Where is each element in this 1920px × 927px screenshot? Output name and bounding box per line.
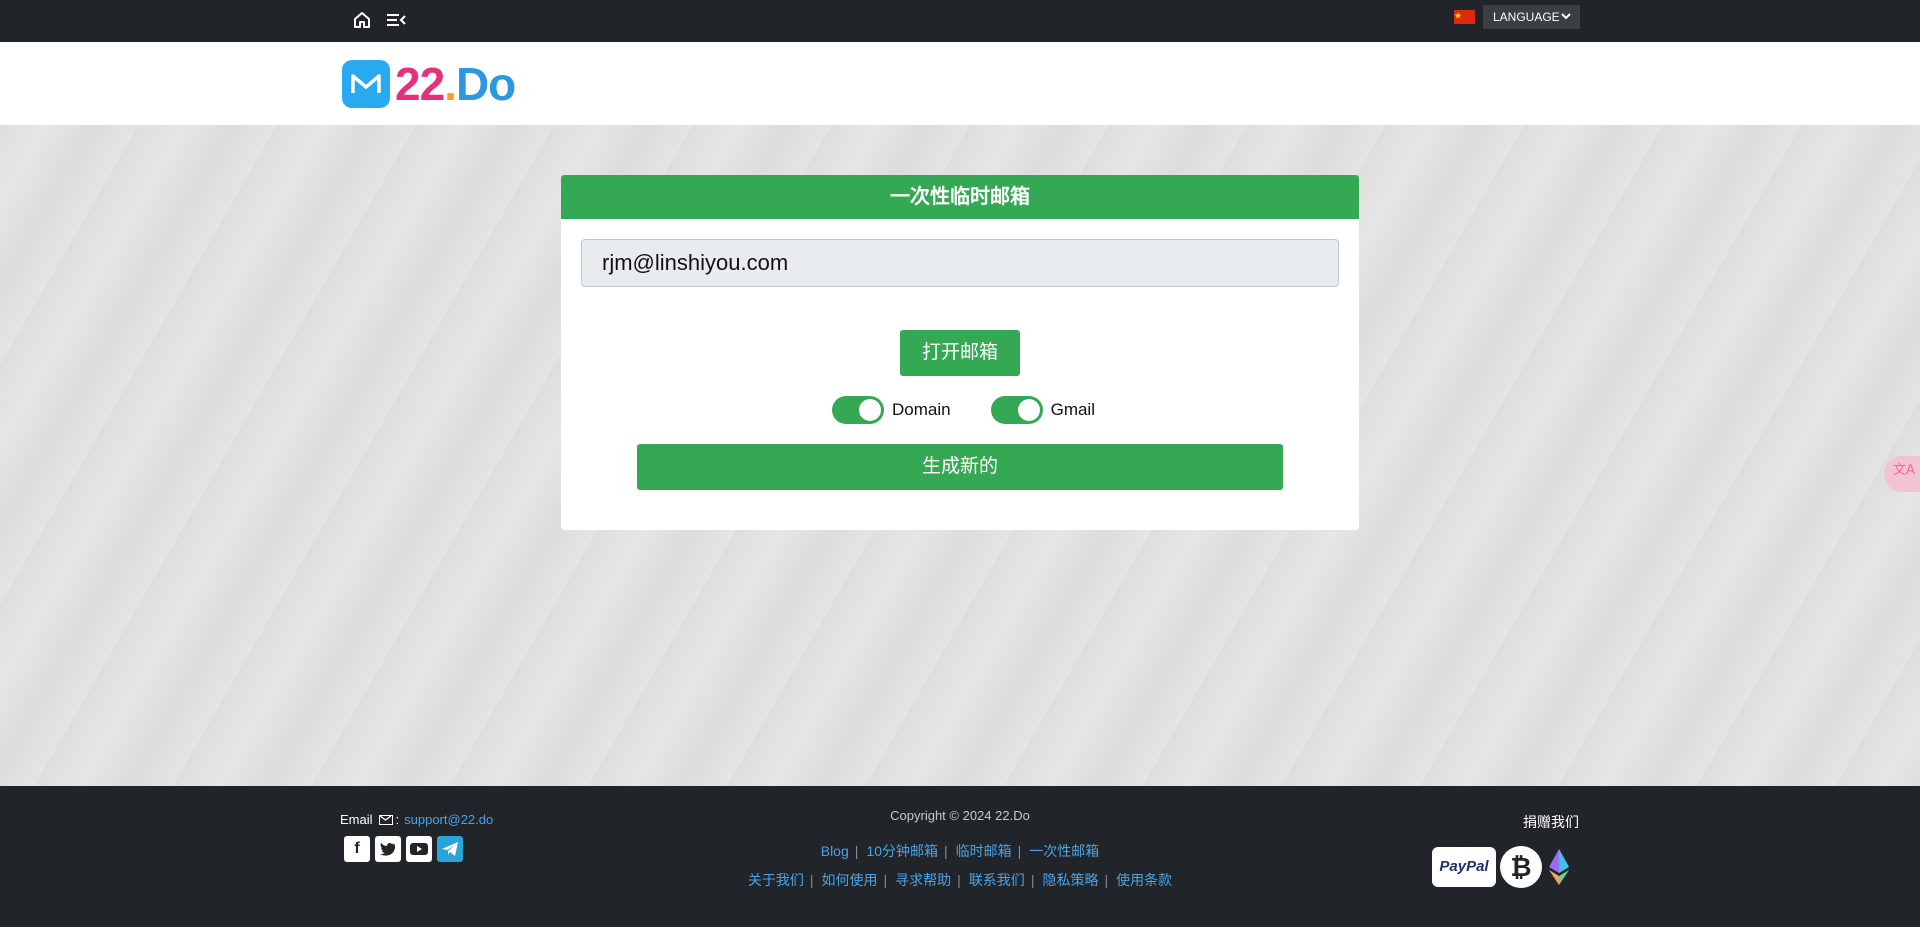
email-address-field[interactable]: rjm@linshiyou.com bbox=[581, 239, 1339, 287]
translate-icon[interactable]: 文A bbox=[1884, 456, 1920, 492]
footer-link-10min-mail[interactable]: 10分钟邮箱 bbox=[866, 843, 938, 859]
toggle-group: Domain Gmail bbox=[832, 395, 1135, 425]
donate-label: 捐赠我们 bbox=[1523, 814, 1579, 830]
top-navbar: LANGUAGE bbox=[0, 0, 1920, 42]
footer-link-help[interactable]: 寻求帮助 bbox=[895, 872, 951, 888]
footer-link-how-to-use[interactable]: 如何使用 bbox=[822, 872, 878, 888]
logo-text-dot: . bbox=[444, 58, 457, 110]
switch-knob bbox=[1017, 399, 1040, 421]
site-footer: Email : support@22.do f Copyright © 2024… bbox=[0, 786, 1920, 927]
link-separator: | bbox=[1017, 843, 1022, 859]
temp-mail-card: 一次性临时邮箱 rjm@linshiyou.com 打开邮箱 Domain Gm… bbox=[561, 175, 1359, 530]
svg-text:文A: 文A bbox=[1893, 463, 1915, 478]
generate-new-button[interactable]: 生成新的 bbox=[637, 444, 1283, 490]
menu-collapse-icon[interactable] bbox=[385, 10, 407, 30]
paypal-icon[interactable]: PayPal bbox=[1432, 847, 1496, 887]
gmail-toggle[interactable]: Gmail bbox=[990, 396, 1095, 424]
link-separator: | bbox=[943, 843, 948, 859]
footer-links-row-1: Blog | 10分钟邮箱 | 临时邮箱 | 一次性邮箱 bbox=[0, 841, 1920, 861]
link-separator: | bbox=[957, 872, 961, 888]
site-header: 22.Do bbox=[0, 42, 1920, 125]
link-separator: | bbox=[809, 872, 814, 888]
logo-text-22: 22 bbox=[395, 58, 445, 110]
footer-link-contact[interactable]: 联系我们 bbox=[969, 872, 1025, 888]
donate-options: PayPal ₿ bbox=[1432, 846, 1574, 888]
gmail-switch[interactable] bbox=[990, 396, 1043, 424]
footer-link-terms[interactable]: 使用条款 bbox=[1116, 872, 1172, 888]
gmail-toggle-label: Gmail bbox=[1050, 400, 1095, 419]
logo-text-do: Do bbox=[455, 58, 516, 110]
link-separator: | bbox=[883, 872, 888, 888]
china-flag-icon bbox=[1454, 10, 1475, 24]
footer-link-blog[interactable]: Blog bbox=[821, 843, 849, 859]
open-mailbox-button[interactable]: 打开邮箱 bbox=[900, 330, 1020, 376]
link-separator: | bbox=[854, 843, 859, 859]
card-title: 一次性临时邮箱 bbox=[561, 175, 1359, 219]
domain-toggle[interactable]: Domain bbox=[832, 396, 951, 424]
footer-link-temp-mail[interactable]: 临时邮箱 bbox=[956, 843, 1012, 859]
copyright-text: Copyright © 2024 22.Do bbox=[890, 808, 1030, 823]
footer-link-about[interactable]: 关于我们 bbox=[748, 872, 804, 888]
site-logo[interactable]: 22.Do bbox=[342, 57, 516, 111]
mail-logo-icon bbox=[342, 60, 390, 108]
logo-text: 22.Do bbox=[395, 57, 516, 111]
link-separator: | bbox=[1030, 872, 1035, 888]
switch-knob bbox=[859, 399, 881, 421]
domain-toggle-label: Domain bbox=[892, 400, 951, 419]
footer-link-privacy[interactable]: 隐私策略 bbox=[1042, 872, 1098, 888]
home-icon[interactable] bbox=[352, 10, 372, 30]
language-label: LANGUAGE bbox=[1493, 10, 1560, 24]
language-dropdown[interactable]: LANGUAGE bbox=[1483, 5, 1580, 29]
bitcoin-icon[interactable]: ₿ bbox=[1500, 846, 1542, 888]
domain-switch[interactable] bbox=[832, 396, 884, 424]
footer-link-disposable-mail[interactable]: 一次性邮箱 bbox=[1029, 843, 1099, 859]
paypal-label: PayPal bbox=[1439, 858, 1489, 875]
chevron-down-icon bbox=[1560, 5, 1572, 37]
ethereum-icon[interactable] bbox=[1544, 847, 1574, 887]
link-separator: | bbox=[1104, 872, 1109, 888]
footer-links-row-2: 关于我们 | 如何使用 | 寻求帮助 | 联系我们 | 隐私策略 | 使用条款 bbox=[0, 870, 1920, 890]
